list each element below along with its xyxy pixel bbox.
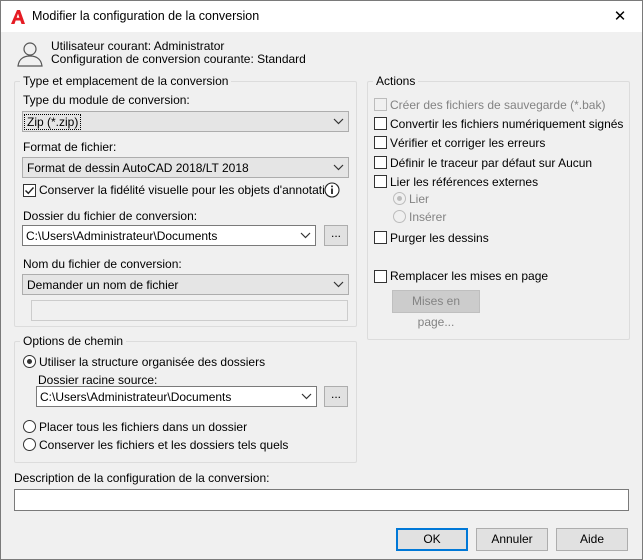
convert-signed-checkbox[interactable] (374, 117, 387, 130)
organized-structure-radio[interactable] (23, 355, 36, 368)
bind-radio-label: Lier (409, 192, 430, 206)
insert-radio[interactable] (393, 210, 406, 223)
keep-as-is-label: Conserver les fichiers et les dossiers t… (39, 438, 289, 452)
backup-label: Créer des fichiers de sauvegarde (*.bak) (390, 98, 606, 112)
path-options-group-title: Options de chemin (20, 334, 127, 348)
conversion-filename-select[interactable]: Demander un nom de fichier (22, 274, 349, 295)
user-icon (17, 42, 43, 67)
bind-xrefs-label: Lier les références externes (390, 175, 539, 189)
bind-radio[interactable] (393, 192, 406, 205)
title-bar: Modifier la configuration de la conversi… (1, 1, 642, 32)
organized-structure-label: Utiliser la structure organisée des doss… (39, 355, 266, 369)
description-label: Description de la configuration de la co… (14, 471, 270, 485)
chevron-down-icon (333, 281, 344, 288)
convert-signed-label: Convertir les fichiers numériquement sig… (390, 117, 624, 131)
browse-source-root-button[interactable]: ... (324, 386, 348, 407)
plotter-none-label: Définir le traceur par défaut sur Aucun (390, 156, 593, 170)
conversion-filename-field (31, 300, 348, 321)
backup-checkbox[interactable] (374, 98, 387, 111)
conversion-filename-label: Nom du fichier de conversion: (23, 257, 182, 271)
info-icon[interactable] (324, 182, 340, 198)
audit-label: Vérifier et corriger les erreurs (390, 136, 546, 150)
chevron-down-icon (300, 232, 311, 239)
bind-xrefs-checkbox[interactable] (374, 175, 387, 188)
single-folder-label: Placer tous les fichiers dans un dossier (39, 420, 248, 434)
fidelity-label: Conserver la fidélité visuelle pour les … (39, 183, 339, 197)
type-location-group-title: Type et emplacement de la conversion (20, 74, 232, 88)
help-button[interactable]: Aide (556, 528, 628, 551)
close-icon[interactable]: ✕ (598, 1, 642, 32)
conversion-folder-combo[interactable]: C:\Users\Administrateur\Documents (22, 225, 316, 246)
window-title: Modifier la configuration de la conversi… (32, 9, 260, 23)
single-folder-radio[interactable] (23, 420, 36, 433)
audit-checkbox[interactable] (374, 136, 387, 149)
source-root-combo[interactable]: C:\Users\Administrateur\Documents (36, 386, 317, 407)
insert-radio-label: Insérer (409, 210, 447, 224)
file-format-select[interactable]: Format de dessin AutoCAD 2018/LT 2018 (22, 157, 349, 178)
cancel-button[interactable]: Annuler (476, 528, 548, 551)
purge-checkbox[interactable] (374, 231, 387, 244)
module-type-select[interactable]: Zip (*.zip) (22, 111, 349, 132)
actions-group-title: Actions (373, 74, 419, 88)
layouts-button[interactable]: Mises en page... (392, 290, 480, 329)
current-config-label: Configuration de conversion courante: St… (51, 52, 306, 66)
source-root-label: Dossier racine source: (38, 373, 158, 387)
purge-label: Purger les dessins (390, 231, 489, 245)
replace-layouts-label: Remplacer les mises en page (390, 269, 549, 283)
plotter-none-checkbox[interactable] (374, 156, 387, 169)
conversion-folder-label: Dossier du fichier de conversion: (23, 209, 198, 223)
current-user-label: Utilisateur courant: Administrator (51, 39, 225, 53)
description-input[interactable] (14, 489, 629, 511)
file-format-label: Format de fichier: (23, 140, 117, 154)
autocad-logo-icon (11, 10, 25, 24)
module-type-label: Type du module de conversion: (23, 93, 190, 107)
chevron-down-icon (333, 118, 344, 125)
checkmark-icon (25, 187, 35, 195)
replace-layouts-checkbox[interactable] (374, 270, 387, 283)
fidelity-checkbox[interactable] (23, 184, 36, 197)
dialog-window: Modifier la configuration de la conversi… (0, 0, 643, 560)
chevron-down-icon (301, 393, 312, 400)
browse-conversion-folder-button[interactable]: ... (324, 225, 348, 246)
keep-as-is-radio[interactable] (23, 438, 36, 451)
ok-button[interactable]: OK (396, 528, 468, 551)
chevron-down-icon (333, 164, 344, 171)
